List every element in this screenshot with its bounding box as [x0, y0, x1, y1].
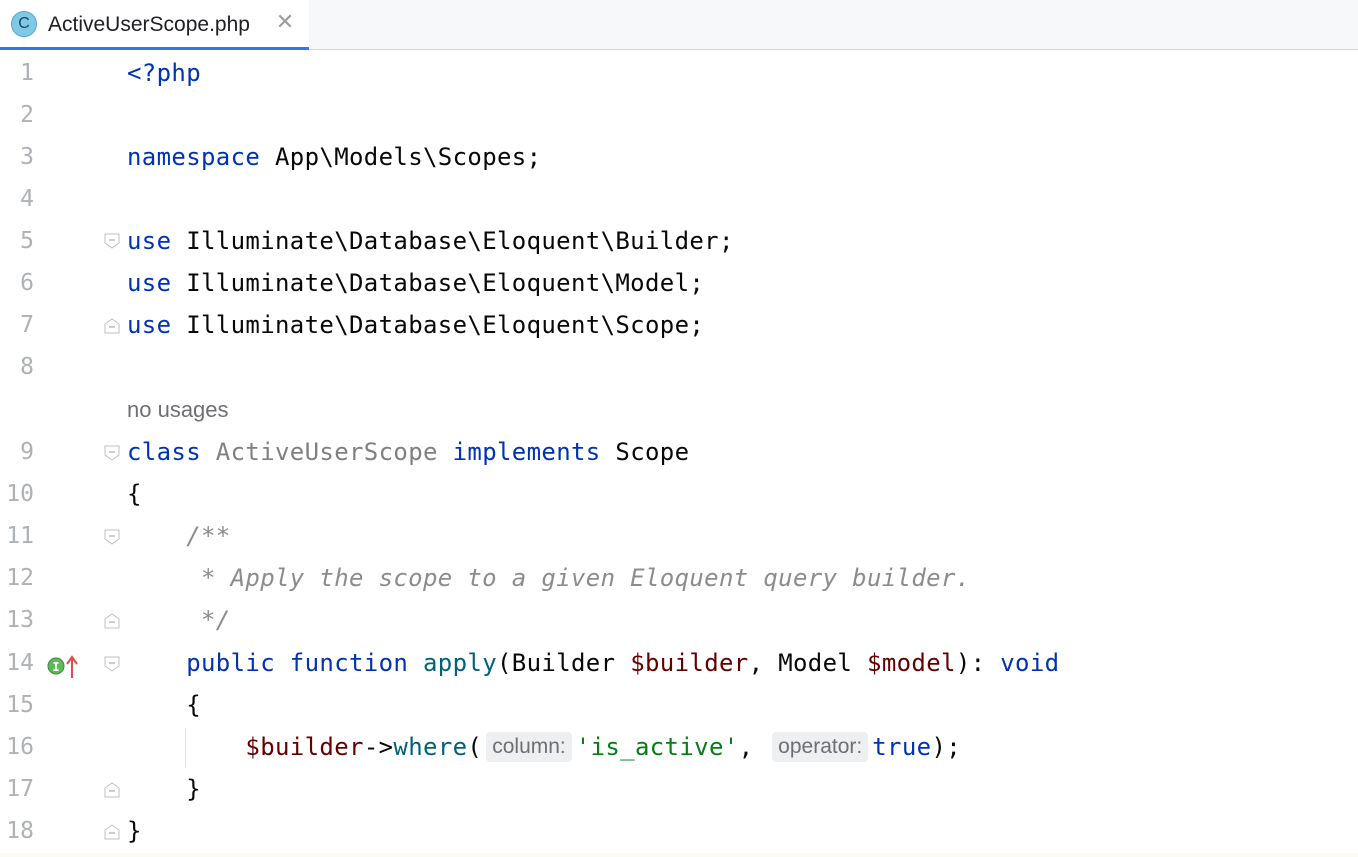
function-keyword: function	[275, 649, 423, 677]
method-name: apply	[423, 649, 497, 677]
code-line-7: use Illuminate\Database\Eloquent\Scope;	[127, 304, 704, 346]
fold-open-icon[interactable]	[104, 445, 120, 461]
implementing-method-icon: I	[47, 657, 65, 675]
code-editor[interactable]: 1 2 3 4 5 6 7 8 9 10 11 12 13 14 15 16 1…	[0, 50, 1358, 857]
string-literal: 'is_active'	[575, 733, 739, 761]
line-number: 15	[6, 692, 34, 718]
fold-close-icon[interactable]	[104, 613, 120, 629]
where-method: where	[393, 733, 468, 761]
line-number: 11	[6, 523, 34, 549]
interface-name: Scope	[600, 438, 690, 466]
namespace-path: App\Models\Scopes;	[260, 143, 542, 171]
line-number: 5	[20, 228, 34, 254]
code-line-5: use Illuminate\Database\Eloquent\Builder…	[127, 220, 734, 262]
code-line-9: class ActiveUserScope implements Scope	[127, 431, 689, 473]
fold-close-icon[interactable]	[104, 782, 120, 798]
line-number: 14	[6, 650, 34, 676]
usages-hint[interactable]: no usages	[127, 389, 229, 431]
import-path: Illuminate\Database\Eloquent\Model;	[171, 269, 705, 297]
code-line-15: {	[127, 691, 201, 719]
parameter-hint-column: column:	[486, 732, 572, 762]
fold-close-icon[interactable]	[104, 824, 120, 840]
caret-row-highlight	[0, 853, 1358, 857]
code-line-17: }	[127, 775, 201, 803]
code-line-6: use Illuminate\Database\Eloquent\Model;	[127, 262, 704, 304]
line-number: 12	[6, 565, 34, 591]
code-line-18: }	[127, 817, 142, 845]
namespace-keyword: namespace	[127, 143, 261, 171]
editor-tab-bar: C ActiveUserScope.php ✕	[0, 0, 1358, 50]
navigate-up-arrow-icon	[66, 655, 78, 678]
import-path: Illuminate\Database\Eloquent\Scope;	[171, 311, 705, 339]
param-type: , Model	[748, 649, 868, 677]
use-keyword: use	[127, 227, 172, 255]
line-number: 10	[6, 481, 34, 507]
line-number: 6	[20, 270, 34, 296]
line-number: 7	[20, 312, 34, 338]
php-class-icon: C	[11, 11, 37, 37]
boolean-literal: true	[872, 733, 932, 761]
line-number: 13	[6, 607, 34, 633]
use-keyword: use	[127, 269, 172, 297]
tab-active-user-scope[interactable]: C ActiveUserScope.php ✕	[0, 0, 309, 50]
line-number: 8	[20, 354, 34, 380]
line-number: 17	[6, 776, 34, 802]
code-line-3: namespace App\Models\Scopes;	[127, 136, 541, 178]
code-line-10: {	[127, 480, 142, 508]
fold-open-icon[interactable]	[104, 529, 120, 545]
class-name: ActiveUserScope	[201, 438, 453, 466]
line-number: 3	[20, 144, 34, 170]
open-paren: (	[467, 733, 483, 761]
fold-open-icon[interactable]	[104, 233, 120, 249]
code-line-16: $builder->where(column:'is_active', oper…	[127, 726, 961, 768]
code-line-11: /**	[127, 522, 231, 550]
param-model: $model	[867, 649, 956, 677]
builder-variable: $builder	[245, 733, 364, 761]
line-number: 18	[6, 818, 34, 844]
svg-text:I: I	[52, 660, 59, 674]
parameter-hint-operator: operator:	[772, 732, 869, 762]
tab-label: ActiveUserScope.php	[48, 13, 250, 36]
statement-end: );	[931, 733, 962, 761]
class-keyword: class	[127, 438, 201, 466]
return-type: void	[1000, 649, 1060, 677]
line-number: 16	[6, 734, 34, 760]
fold-open-icon[interactable]	[104, 656, 120, 672]
param-type: (Builder	[497, 649, 631, 677]
line-number: 1	[20, 60, 34, 86]
code-line-14: public function apply(Builder $builder, …	[127, 642, 1059, 684]
line-number: 9	[20, 439, 34, 465]
fold-close-icon[interactable]	[104, 318, 120, 334]
implements-keyword: implements	[452, 438, 601, 466]
line-number: 2	[20, 102, 34, 128]
line-number: 4	[20, 186, 34, 212]
param-builder: $builder	[630, 649, 749, 677]
code-line-12: * Apply the scope to a given Eloquent qu…	[127, 564, 971, 592]
close-icon[interactable]: ✕	[274, 10, 296, 36]
code-line-1: <?php	[127, 59, 201, 87]
comma: ,	[738, 733, 769, 761]
public-keyword: public	[186, 649, 275, 677]
import-path: Illuminate\Database\Eloquent\Builder;	[171, 227, 734, 255]
code-line-13: */	[127, 606, 231, 634]
return-separator: ):	[955, 649, 1001, 677]
use-keyword: use	[127, 311, 172, 339]
arrow-operator: ->	[363, 733, 394, 761]
implements-method-marker[interactable]: I	[47, 654, 83, 680]
